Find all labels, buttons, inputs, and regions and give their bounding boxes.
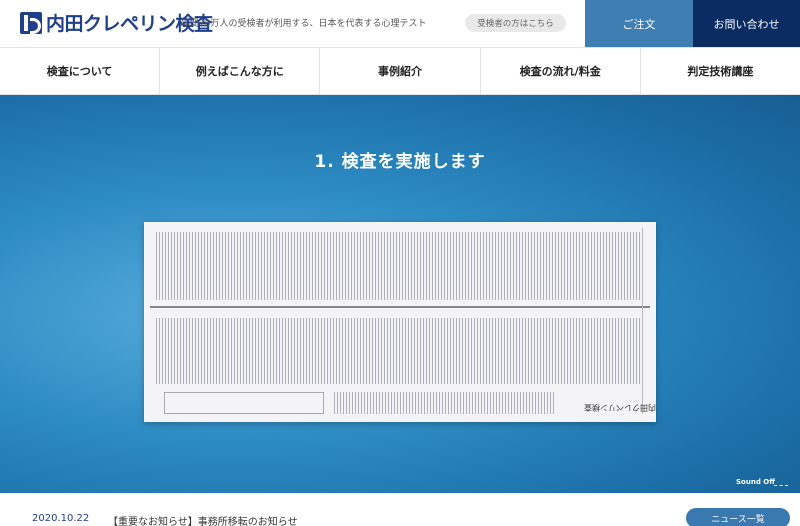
logo-mark-icon xyxy=(20,11,42,34)
sheet-grid-practice xyxy=(334,392,554,414)
nav-item-about[interactable]: 検査について xyxy=(0,48,161,94)
sheet-logo: 内田クレペリン検査 xyxy=(584,403,656,412)
global-nav: 検査について 例えばこんな方に 事例紹介 検査の流れ/料金 判定技術講座 xyxy=(0,47,800,95)
nav-item-cases[interactable]: 事例紹介 xyxy=(320,48,481,94)
tagline: 年間70万人の受検者が利用する、日本を代表する心理テスト xyxy=(181,19,427,29)
nav-item-training[interactable]: 判定技術講座 xyxy=(641,48,800,94)
nav-item-flow-pricing[interactable]: 検査の流れ/料金 xyxy=(481,48,641,94)
examinee-link-button[interactable]: 受検者の方はこちら xyxy=(465,14,566,32)
sheet-margin-column xyxy=(642,228,652,414)
news-title-link[interactable]: 【重要なお知らせ】事務所移転のお知らせ xyxy=(108,513,298,526)
nav-item-examples[interactable]: 例えばこんな方に xyxy=(160,48,321,94)
hero-section: 1. 検査を実施します 内田クレペリン検査 Sound Off xyxy=(0,95,800,493)
sheet-grid-lower xyxy=(156,318,642,384)
hero-title: 1. 検査を実施します xyxy=(314,152,486,172)
contact-button[interactable]: お問い合わせ xyxy=(693,0,800,47)
order-button[interactable]: ご注文 xyxy=(585,0,693,47)
sheet-divider xyxy=(150,306,650,308)
sheet-grid-upper xyxy=(156,232,642,300)
sound-bars-icon[interactable] xyxy=(774,485,788,486)
news-date: 2020.10.22 xyxy=(32,513,90,524)
news-list-button[interactable]: ニュース一覧 xyxy=(686,508,790,526)
news-bar: 2020.10.22 【重要なお知らせ】事務所移転のお知らせ ニュース一覧 xyxy=(0,493,800,526)
site-header: 内田クレペリン検査 年間70万人の受検者が利用する、日本を代表する心理テスト 受… xyxy=(0,0,800,47)
sound-toggle[interactable]: Sound Off xyxy=(736,478,775,486)
sheet-form-box xyxy=(164,392,324,414)
test-sheet-image: 内田クレペリン検査 xyxy=(144,222,656,422)
